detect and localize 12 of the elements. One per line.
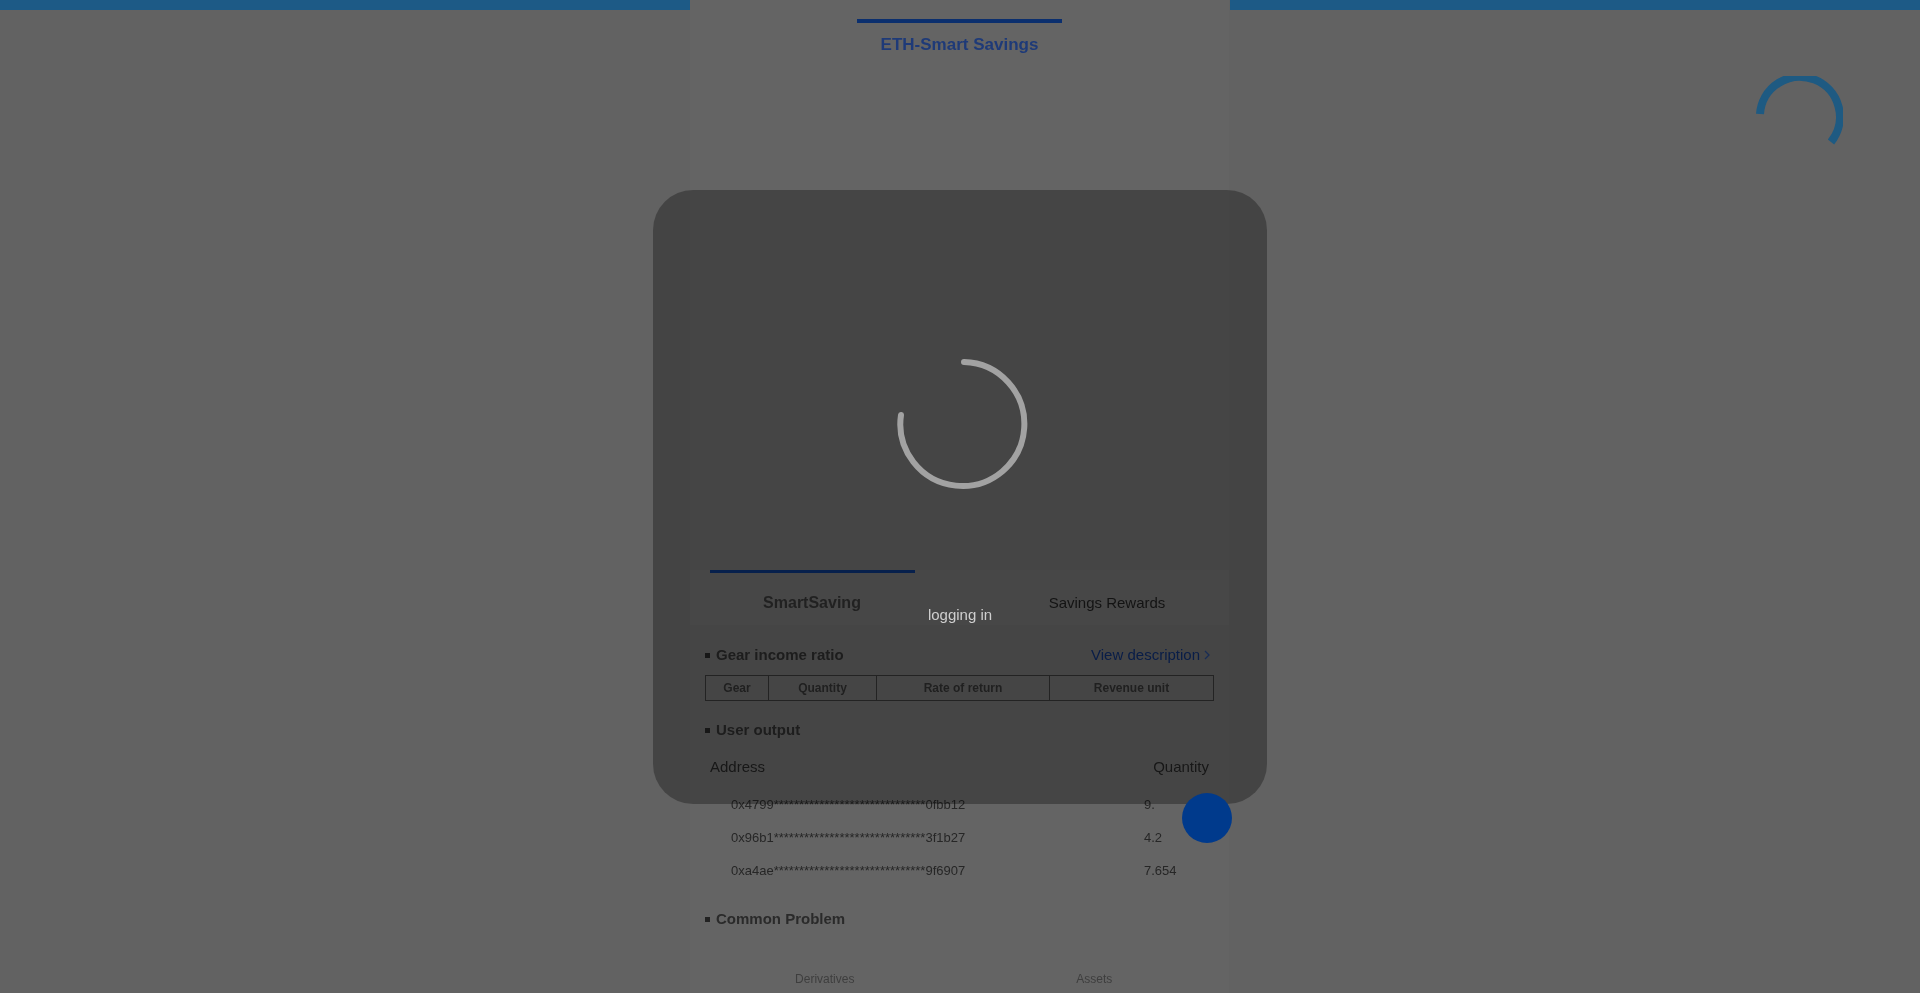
address-cell-text: 0x96b1******************************3f1b27 — [731, 828, 966, 847]
chevron-right-icon — [1204, 650, 1210, 660]
address-cell-text: 0xa4ae******************************9f6907 — [731, 861, 966, 880]
section-title: Common Problem — [716, 908, 846, 929]
quantity-cell-text: 4.2 — [1144, 828, 1164, 847]
bullet-icon — [705, 916, 710, 922]
quantity-cell-text: 7.654 — [1144, 861, 1174, 880]
view-description-link[interactable]: View description — [1091, 643, 1214, 667]
bullet-icon — [705, 727, 710, 733]
quantity-cell-text: 9. — [1144, 795, 1156, 814]
address-cell-text: 0x4799******************************0fbb12 — [731, 795, 966, 814]
bullet-icon — [705, 652, 710, 658]
